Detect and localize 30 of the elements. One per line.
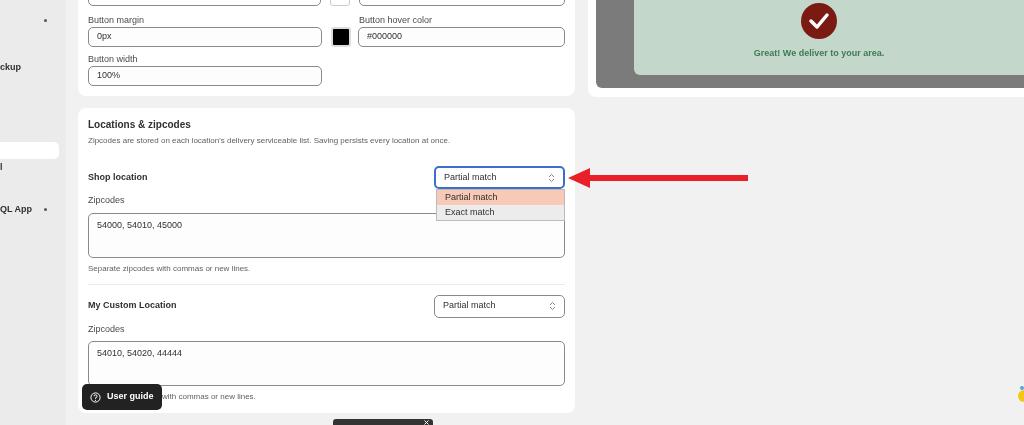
field-label: Zipcodes xyxy=(88,194,125,207)
input-field[interactable]: 100% xyxy=(88,66,322,86)
sidebar-item[interactable]: QL App xyxy=(0,201,59,218)
help-icon xyxy=(90,391,101,403)
dropdown-option[interactable]: Partial match xyxy=(437,190,564,205)
input-field[interactable]: #000000 xyxy=(358,27,565,47)
chevron-updown-icon xyxy=(548,172,555,183)
section-title: Locations & zipcodes xyxy=(88,118,192,132)
location-name: My Custom Location xyxy=(88,299,177,313)
match-select[interactable]: Partial match xyxy=(434,294,565,318)
sidebar-item[interactable]: l xyxy=(0,159,59,176)
chevron-updown-icon xyxy=(549,301,556,311)
success-message: Great! We deliver to your area. xyxy=(753,46,885,60)
close-icon[interactable] xyxy=(424,420,429,425)
arrow-icon xyxy=(566,167,750,189)
help-text: with commas or new lines. xyxy=(162,391,256,403)
blob-icon xyxy=(1016,386,1024,402)
check-icon xyxy=(801,2,837,39)
field-label: Zipcodes xyxy=(88,322,125,336)
help-text: Separate zipcodes with commas or new lines. xyxy=(88,262,251,275)
sidebar-item[interactable]: ckup xyxy=(0,59,59,76)
location-name: Shop location xyxy=(88,170,148,184)
section-description: Zipcodes are stored on each location's delivery serviceable list. Saving persists every location at once. xyxy=(88,135,452,147)
user-guide-button[interactable]: User guide xyxy=(82,384,162,410)
zipcodes-textarea[interactable]: 54010, 54020, 44444 xyxy=(88,341,565,386)
field-label: Button hover color xyxy=(358,14,434,27)
input-field[interactable]: 0px xyxy=(88,27,322,47)
field-label: Button width xyxy=(88,53,139,66)
color-swatch[interactable] xyxy=(331,27,351,47)
field-label: Button margin xyxy=(88,14,146,27)
